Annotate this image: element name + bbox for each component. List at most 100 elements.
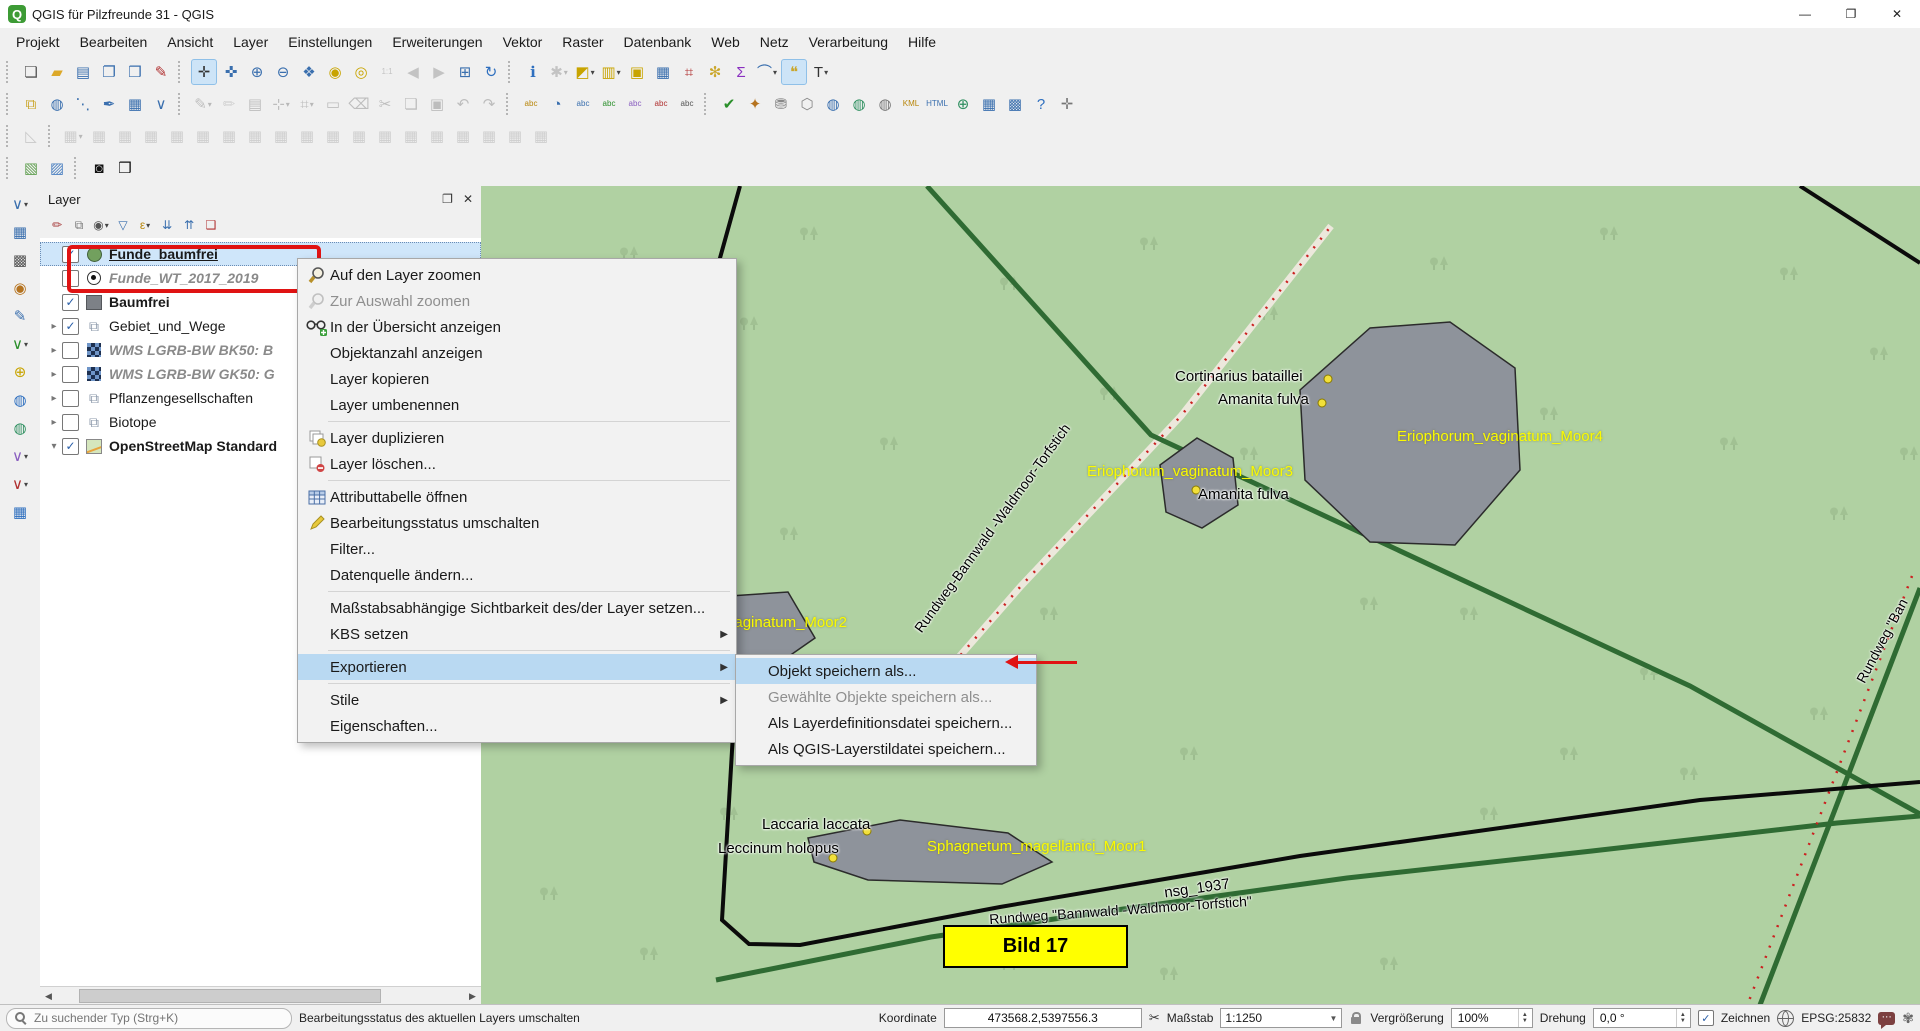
rotate-feature-icon[interactable]: ▦	[139, 124, 163, 148]
zoom-to-selection-icon[interactable]: ◉	[323, 60, 347, 84]
expression-filter-icon[interactable]: ε▾	[135, 215, 155, 235]
messages-icon[interactable]: ⋯	[1878, 1012, 1895, 1025]
fill-ring-icon[interactable]: ▦	[243, 124, 267, 148]
zoom-out-icon[interactable]: ⊖	[271, 60, 295, 84]
delete-ring-icon[interactable]: ▦	[269, 124, 293, 148]
grid-plugin-2-icon[interactable]: ▩	[1003, 92, 1027, 116]
save-layer-edits-icon[interactable]: ▤	[243, 92, 267, 116]
move-feature-icon[interactable]: ▦	[87, 124, 111, 148]
vector-select-icon[interactable]: ∨▾	[8, 192, 32, 216]
simplify-feature-icon[interactable]: ▦	[165, 124, 189, 148]
pan-map-icon[interactable]: ✛	[191, 59, 217, 85]
reshape-features-icon[interactable]: ▦	[347, 124, 371, 148]
screenshot-region-icon[interactable]: ❒	[113, 156, 137, 180]
layer-visibility-checkbox[interactable]	[62, 342, 79, 359]
layer-label[interactable]: WMS LGRB-BW BK50: B	[109, 342, 273, 358]
undo-icon[interactable]: ↶	[451, 92, 475, 116]
menu-item[interactable]: Layer löschen...	[298, 451, 736, 477]
add-wfs-layer-icon[interactable]: ⋱	[71, 92, 95, 116]
trim-extend-icon[interactable]: ▦	[529, 124, 553, 148]
layer-label[interactable]: WMS LGRB-BW GK50: G	[109, 366, 275, 382]
filter-legend-icon[interactable]: ▽	[113, 215, 133, 235]
task-manager-icon[interactable]: ✾	[1902, 1010, 1914, 1027]
globe-tool-icon[interactable]: ◍	[8, 416, 32, 440]
dropdown-arrow-icon[interactable]: ▾	[24, 452, 28, 461]
refresh-icon[interactable]: ↻	[479, 60, 503, 84]
merge-attributes-icon[interactable]: ▦	[451, 124, 475, 148]
menu-item[interactable]: Gewählte Objekte speichern als...	[736, 684, 1036, 710]
zoom-plus-tool-icon[interactable]: ⊕	[8, 360, 32, 384]
expand-arrow-icon[interactable]: ▸	[46, 417, 62, 428]
menu-item[interactable]: Zur Auswahl zoomen	[298, 288, 736, 314]
statistical-summary-icon[interactable]: Σ	[729, 60, 753, 84]
menu-item[interactable]: Auf den Layer zoomen	[298, 262, 736, 288]
offset-curve-icon[interactable]: ▦	[321, 124, 345, 148]
select-features-by-value-icon[interactable]: ▥▾	[599, 60, 623, 84]
osm-place-search-icon[interactable]: ▧	[19, 156, 43, 180]
coordinate-input[interactable]	[949, 1010, 1137, 1026]
add-feature-icon[interactable]: ⊹▾	[269, 92, 293, 116]
layer-visibility-icon[interactable]: ◉▾	[91, 215, 111, 235]
add-group-icon[interactable]: ⧉	[69, 215, 89, 235]
maximize-button[interactable]: ❐	[1828, 0, 1874, 28]
menu-item[interactable]: Bearbeitungsstatus umschalten	[298, 510, 736, 536]
menubar-item-layer[interactable]: Layer	[223, 28, 278, 56]
add-virtual-layer-icon[interactable]: ∨	[149, 92, 173, 116]
menubar-item-erweiterungen[interactable]: Erweiterungen	[382, 28, 492, 56]
vertex-tool-icon[interactable]: ⌗▾	[295, 92, 319, 116]
add-wms-layer-icon[interactable]: ◍	[45, 92, 69, 116]
change-label-icon[interactable]: abc	[675, 92, 699, 116]
magnifier-spinbox[interactable]: ▲▼	[1451, 1008, 1533, 1028]
current-edits-icon[interactable]: ✎▾	[191, 92, 215, 116]
menu-item[interactable]: In der Übersicht anzeigen	[298, 314, 736, 340]
geometry-ruler-icon[interactable]: ◺	[19, 124, 43, 148]
zoom-in-icon[interactable]: ⊕	[245, 60, 269, 84]
coordinate-capture-icon[interactable]: ✛	[1055, 92, 1079, 116]
web-globe-icon[interactable]: ◍	[847, 92, 871, 116]
split-parts-icon[interactable]: ▦	[399, 124, 423, 148]
dropdown-arrow-icon[interactable]: ▾	[591, 68, 595, 77]
menubar-item-verarbeitung[interactable]: Verarbeitung	[799, 28, 898, 56]
panel-float-icon[interactable]: ❐	[442, 192, 453, 206]
quickmap-services-icon[interactable]: ⊕	[951, 92, 975, 116]
add-mesh-layer-icon[interactable]: ▦	[123, 92, 147, 116]
menubar-item-datenbank[interactable]: Datenbank	[614, 28, 702, 56]
rotation-input[interactable]	[1598, 1010, 1676, 1026]
processing-toolbox-icon[interactable]: ✻	[703, 60, 727, 84]
layer-panel-hscrollbar[interactable]: ◀ ▶	[40, 986, 481, 1005]
render-checkbox[interactable]	[1698, 1010, 1714, 1026]
dropdown-arrow-icon[interactable]: ▾	[310, 100, 314, 109]
menu-item[interactable]: Datenquelle ändern...	[298, 562, 736, 588]
menu-item[interactable]: Attributtabelle öffnen	[298, 484, 736, 510]
text-annotation-icon[interactable]: T▾	[809, 60, 833, 84]
menu-item[interactable]: Maßstabsabhängige Sichtbarkeit des/der L…	[298, 595, 736, 621]
menubar-item-hilfe[interactable]: Hilfe	[898, 28, 946, 56]
dropdown-arrow-icon[interactable]: ▾	[24, 340, 28, 349]
panel-close-icon[interactable]: ✕	[463, 192, 473, 206]
layout-manager-icon[interactable]: ❒	[123, 60, 147, 84]
split-features-icon[interactable]: ▦	[373, 124, 397, 148]
delete-part-icon[interactable]: ▦	[295, 124, 319, 148]
metasearch-icon[interactable]: ◍	[821, 92, 845, 116]
coordinate-snail-icon[interactable]: ◉	[8, 276, 32, 300]
crs-status[interactable]: EPSG:25832	[1801, 1011, 1871, 1025]
expand-arrow-icon[interactable]: ▸	[46, 393, 62, 404]
offline-editing-icon[interactable]: ⬡	[795, 92, 819, 116]
dropdown-arrow-icon[interactable]: ▾	[773, 68, 777, 77]
layer-styling-icon[interactable]: ✏	[47, 215, 67, 235]
dropdown-arrow-icon[interactable]: ▾	[286, 100, 290, 109]
layer-label[interactable]: Gebiet_und_Wege	[109, 318, 226, 334]
menu-item[interactable]: Layer kopieren	[298, 366, 736, 392]
scale-lock-icon[interactable]	[1349, 1012, 1363, 1024]
identify-features-icon[interactable]: ℹ	[521, 60, 545, 84]
dropdown-arrow-icon[interactable]: ▾	[24, 480, 28, 489]
style-manager-icon[interactable]: ✎	[149, 60, 173, 84]
pin-labels-icon[interactable]: abc	[571, 92, 595, 116]
open-project-icon[interactable]: ▰	[45, 60, 69, 84]
grid-tools-icon[interactable]: ▦	[8, 220, 32, 244]
menu-item[interactable]: KBS setzen▶	[298, 621, 736, 647]
measure-icon[interactable]: ⌒▾	[755, 60, 779, 84]
remove-layer-icon[interactable]: ❑	[201, 215, 221, 235]
checker-grid-icon[interactable]: ▩	[8, 248, 32, 272]
dropdown-arrow-icon[interactable]: ▾	[208, 100, 212, 109]
